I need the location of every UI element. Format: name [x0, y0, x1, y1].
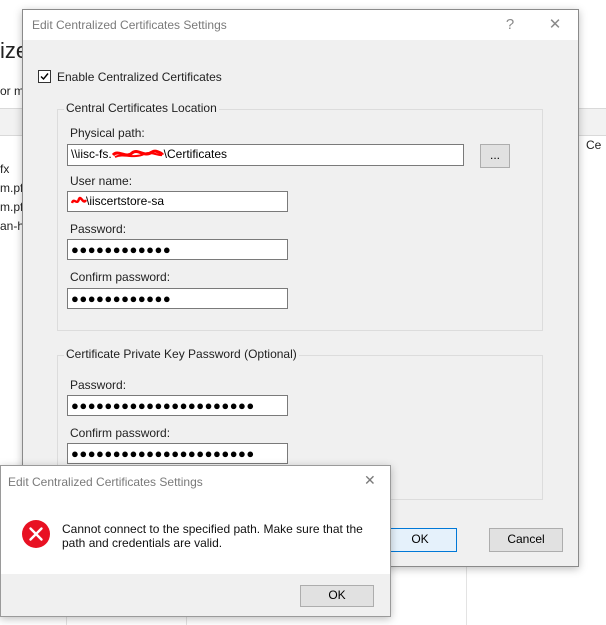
ok-button[interactable]: OK — [383, 528, 457, 552]
error-circle-x-icon — [21, 519, 51, 549]
private-key-group-title: Certificate Private Key Password (Option… — [64, 347, 299, 361]
close-button[interactable]: ✕ — [542, 14, 568, 36]
dialog-titlebar: Edit Centralized Certificates Settings ?… — [23, 10, 578, 40]
background-list-item[interactable]: m.pf — [0, 181, 23, 195]
user-name-suffix: \iiscertstore-sa — [86, 194, 165, 208]
error-message-line-1: Cannot connect to the specified path. Ma… — [62, 522, 363, 536]
background-list-item[interactable]: m.pf — [0, 200, 23, 214]
dialog-title: Edit Centralized Certificates Settings — [32, 18, 227, 32]
enable-centralized-certificates-label: Enable Centralized Certificates — [57, 70, 222, 84]
password-input[interactable]: ●●●●●●●●●●●● — [67, 239, 288, 260]
error-ok-button[interactable]: OK — [300, 585, 374, 607]
physical-path-suffix: \Certificates — [163, 147, 228, 161]
cancel-button[interactable]: Cancel — [489, 528, 563, 552]
private-key-confirm-password-label: Confirm password: — [70, 426, 171, 440]
background-list-item[interactable]: an-h — [0, 219, 24, 233]
confirm-password-label: Confirm password: — [70, 270, 171, 284]
error-dialog-title: Edit Centralized Certificates Settings — [8, 475, 203, 489]
background-list-item[interactable]: fx — [0, 162, 9, 176]
help-button[interactable]: ? — [497, 14, 523, 36]
physical-path-input[interactable]: \\iisc-fs. \Certificates — [67, 144, 464, 166]
location-group-title: Central Certificates Location — [64, 101, 219, 115]
error-message-dialog: Edit Centralized Certificates Settings ✕… — [0, 465, 391, 617]
password-label: Password: — [70, 222, 127, 236]
error-dialog-footer: OK — [1, 574, 390, 616]
redaction-scribble — [111, 149, 164, 161]
private-key-password-label: Password: — [70, 378, 127, 392]
physical-path-prefix: \\iisc-fs. — [71, 147, 112, 161]
error-message-line-2: path and credentials are valid. — [62, 536, 223, 550]
private-key-password-input[interactable]: ●●●●●●●●●●●●●●●●●●●●●● — [67, 395, 288, 416]
user-name-input[interactable]: \iiscertstore-sa — [67, 191, 288, 212]
background-column-header: Ce — [586, 138, 602, 152]
background-description: or m — [0, 84, 24, 98]
checkmark-icon — [40, 73, 49, 81]
enable-centralized-certificates-checkbox[interactable] — [38, 70, 51, 83]
error-dialog-close-button[interactable]: ✕ — [364, 472, 376, 489]
private-key-confirm-password-input[interactable]: ●●●●●●●●●●●●●●●●●●●●●● — [67, 443, 288, 464]
user-name-label: User name: — [70, 174, 133, 188]
redaction-scribble — [71, 196, 87, 208]
browse-button[interactable]: ... — [480, 144, 510, 168]
physical-path-label: Physical path: — [70, 126, 145, 140]
confirm-password-input[interactable]: ●●●●●●●●●●●● — [67, 288, 288, 309]
